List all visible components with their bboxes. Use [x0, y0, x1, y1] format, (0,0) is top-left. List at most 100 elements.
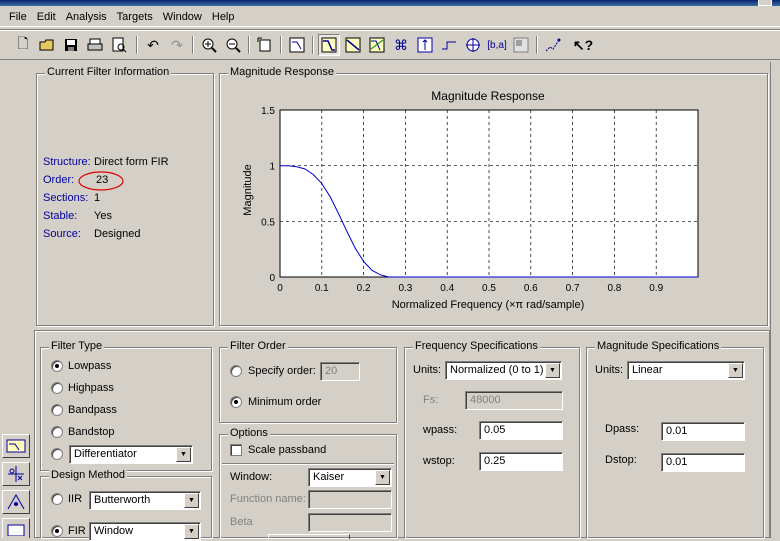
current-filter-title: Current Filter Information — [45, 66, 172, 78]
filter-order-group: Filter Order Specify order: 20 Minimum o… — [219, 340, 397, 423]
step-icon[interactable] — [438, 34, 460, 56]
info-icon[interactable] — [510, 34, 532, 56]
zoom-in-icon[interactable] — [198, 34, 220, 56]
stable-label: Stable: — [43, 210, 78, 222]
x-tick-label: 0.5 — [482, 283, 496, 294]
order-highlight-annotation — [78, 171, 124, 191]
dstop-input[interactable]: 0.01 — [661, 453, 745, 472]
new-icon[interactable]: 🗋 — [12, 34, 34, 56]
source-label: Source: — [43, 228, 81, 240]
dpass-input[interactable]: 0.01 — [661, 422, 745, 441]
print-icon[interactable] — [84, 34, 106, 56]
fir-method-value: Window — [94, 525, 134, 537]
scale-passband-checkbox[interactable] — [230, 444, 242, 456]
specify-order-input[interactable]: 20 — [320, 362, 360, 381]
wpass-label: wpass: — [423, 424, 458, 436]
print-preview-icon[interactable] — [108, 34, 130, 56]
wpass-input[interactable]: 0.05 — [479, 421, 563, 440]
title-bar — [0, 0, 780, 6]
sections-label: Sections: — [43, 192, 89, 204]
beta-input[interactable] — [308, 513, 392, 532]
lowpass-label: Lowpass — [68, 360, 112, 372]
undo-icon[interactable]: ↶ — [142, 34, 164, 56]
mag-units-label: Units: — [595, 364, 624, 376]
dpass-label: Dpass: — [605, 423, 640, 435]
menu-targets[interactable]: Targets — [112, 11, 158, 23]
x-tick-label: 0.8 — [607, 283, 621, 294]
highpass-radio[interactable] — [51, 382, 63, 394]
magnitude-phase-icon[interactable] — [366, 34, 388, 56]
menu-edit[interactable]: Edit — [32, 11, 61, 23]
transform-filter-sidebar-button[interactable] — [2, 518, 30, 538]
beta-label: Beta — [230, 516, 253, 528]
x-tick-label: 0.9 — [649, 283, 663, 294]
window-value: Kaiser — [313, 471, 345, 483]
menu-file[interactable]: File — [4, 11, 32, 23]
magnitude-specs-group: Magnitude Specifications Units: Linear ▼… — [586, 340, 764, 538]
y-tick-label: 1 — [269, 162, 275, 173]
magnitude-response-panel: Magnitude Response Magnitude Response No… — [219, 66, 768, 326]
legend-icon[interactable] — [542, 34, 564, 56]
magnitude-panel-title: Magnitude Response — [228, 66, 336, 78]
x-tick-label: 0.4 — [440, 283, 454, 294]
close-window-button[interactable] — [758, 0, 772, 6]
chevron-down-icon: ▼ — [375, 470, 390, 485]
menu-analysis[interactable]: Analysis — [61, 11, 112, 23]
coefficients-icon[interactable]: [b,a] — [486, 34, 508, 56]
iir-radio[interactable] — [51, 493, 63, 505]
open-icon[interactable] — [36, 34, 58, 56]
whats-this-icon[interactable]: ↖? — [572, 34, 594, 56]
pole-zero-icon[interactable] — [462, 34, 484, 56]
window-select[interactable]: Kaiser ▼ — [308, 468, 392, 487]
fir-method-select[interactable]: Window ▼ — [89, 522, 201, 541]
freq-units-label: Units: — [413, 364, 442, 376]
stable-value: Yes — [94, 210, 112, 222]
fs-label: Fs: — [423, 394, 439, 406]
other-type-radio[interactable] — [51, 448, 63, 460]
frequency-specs-group: Frequency Specifications Units: Normaliz… — [404, 340, 580, 538]
phase-icon[interactable] — [342, 34, 364, 56]
fir-label: FIR — [68, 525, 86, 537]
filter-manager-icon[interactable] — [286, 34, 308, 56]
specify-order-label: Specify order: — [248, 365, 316, 377]
magnitude-icon[interactable] — [318, 34, 340, 56]
source-value: Designed — [94, 228, 141, 240]
zoom-out-icon[interactable] — [222, 34, 244, 56]
chevron-down-icon: ▼ — [545, 363, 560, 378]
function-name-input[interactable] — [308, 490, 392, 509]
design-filter-sidebar-button[interactable] — [2, 434, 30, 458]
import-filter-sidebar-button[interactable] — [2, 490, 30, 514]
menu-help[interactable]: Help — [207, 11, 240, 23]
toolbar: 🗋 ↶ ↷ ⌘ [b,a] ↖? — [0, 29, 780, 60]
minimum-order-radio[interactable] — [230, 396, 242, 408]
wstop-input[interactable]: 0.25 — [479, 452, 563, 471]
full-view-icon[interactable] — [254, 34, 276, 56]
view-button[interactable] — [268, 534, 350, 539]
save-icon[interactable] — [60, 34, 82, 56]
pole-zero-editor-sidebar-button[interactable] — [2, 462, 30, 486]
frequency-specs-title: Frequency Specifications — [413, 340, 540, 352]
mag-units-select[interactable]: Linear ▼ — [627, 361, 745, 380]
bandpass-radio[interactable] — [51, 404, 63, 416]
x-tick-label: 0.2 — [357, 283, 371, 294]
iir-method-select[interactable]: Butterworth ▼ — [89, 491, 201, 510]
chevron-down-icon: ▼ — [184, 493, 199, 508]
freq-units-select[interactable]: Normalized (0 to 1) ▼ — [445, 361, 562, 380]
chart-xlabel: Normalized Frequency (×π rad/sample) — [392, 299, 585, 311]
impulse-icon[interactable] — [414, 34, 436, 56]
lowpass-radio[interactable] — [51, 360, 63, 372]
bandstop-radio[interactable] — [51, 426, 63, 438]
menu-window[interactable]: Window — [158, 11, 207, 23]
fs-input[interactable]: 48000 — [465, 391, 563, 410]
chart-title: Magnitude Response — [431, 89, 545, 103]
design-method-group: Design Method IIR Butterworth ▼ FIR Wind… — [40, 469, 212, 541]
redo-icon[interactable]: ↷ — [166, 34, 188, 56]
structure-label: Structure: — [43, 156, 91, 168]
sections-value: 1 — [94, 192, 101, 204]
specify-order-radio[interactable] — [230, 365, 242, 377]
magnitude-chart[interactable]: Magnitude Response Normalized Frequency … — [220, 82, 767, 322]
chevron-down-icon: ▼ — [176, 447, 191, 462]
other-type-select[interactable]: Differentiator ▼ — [69, 445, 193, 464]
group-delay-icon[interactable]: ⌘ — [390, 34, 412, 56]
fir-radio[interactable] — [51, 525, 63, 537]
